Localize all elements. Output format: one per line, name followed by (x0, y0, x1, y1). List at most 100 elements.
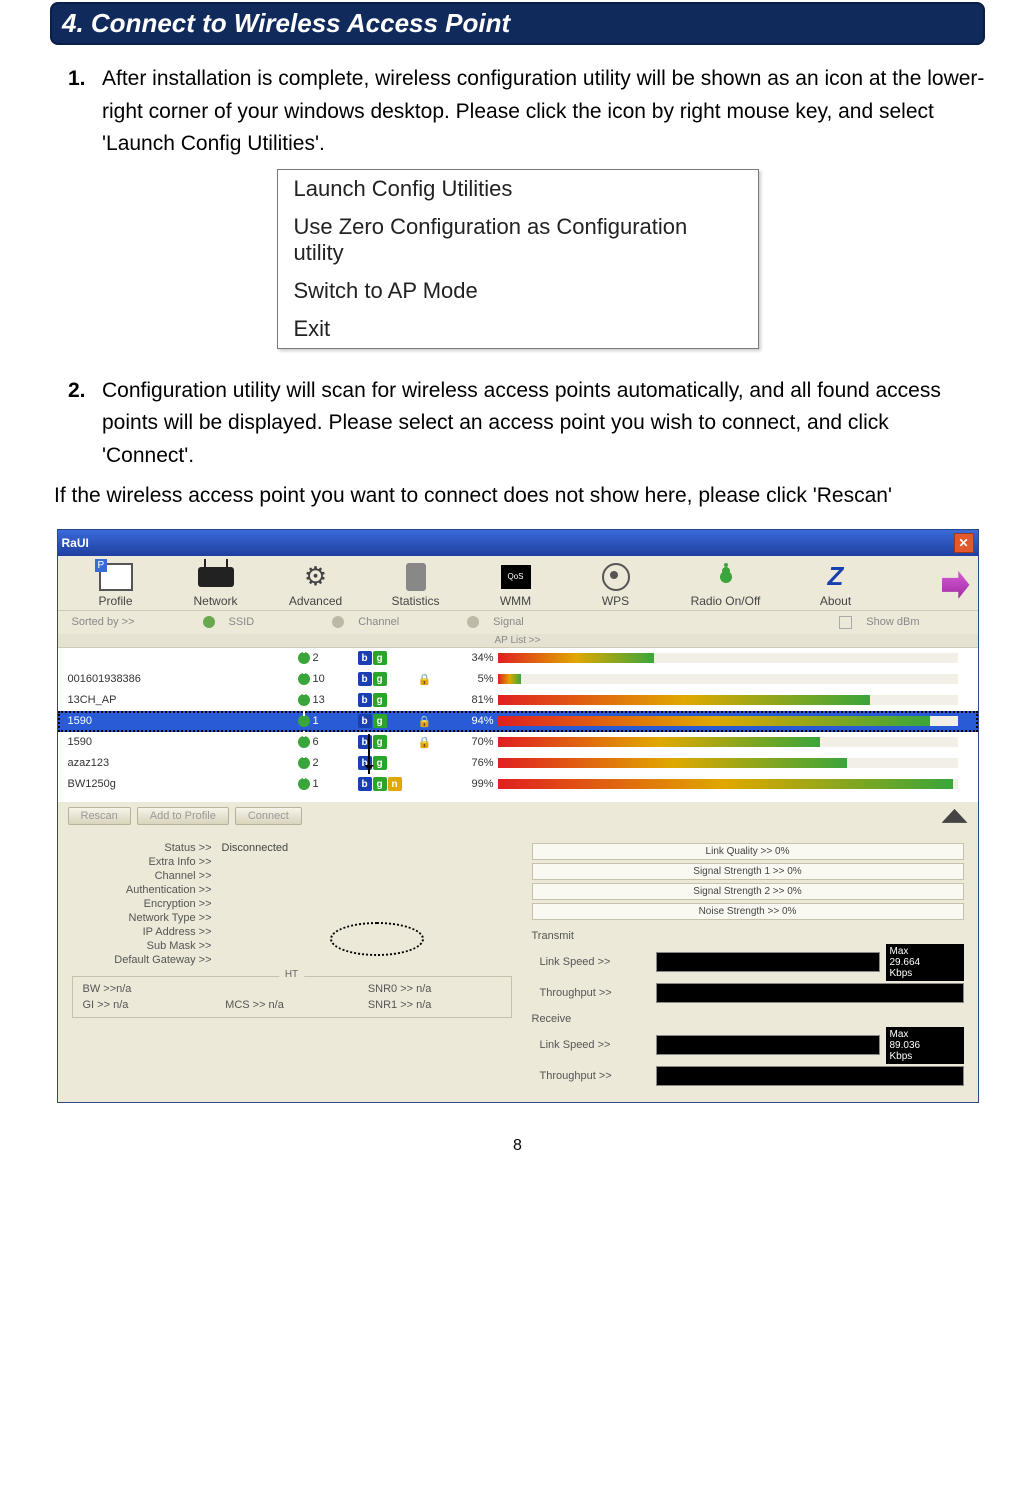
ap-row[interactable]: 2bg34% (58, 648, 978, 669)
signal-strength2-bar: Signal Strength 2 >> 0% (532, 883, 964, 900)
signal-strength1-bar: Signal Strength 1 >> 0% (532, 863, 964, 880)
status-value: Disconnected (222, 842, 289, 854)
step-2-number: 2. (68, 375, 102, 473)
ap-channel: 2 (298, 757, 358, 769)
link-quality-bar: Link Quality >> 0% (532, 843, 964, 860)
ap-modes: bg (358, 735, 418, 749)
ap-ssid: 1590 (58, 736, 298, 748)
ap-ssid: 13CH_AP (58, 694, 298, 706)
menu-exit[interactable]: Exit (278, 310, 758, 348)
ap-row[interactable]: 15901bg🔒94% (58, 711, 978, 732)
tab-statistics-label: Statistics (391, 594, 439, 608)
ap-list[interactable]: 2bg34%00160193838610bg🔒5%13CH_AP13bg81%1… (58, 648, 978, 802)
ap-signal-bar (498, 674, 978, 684)
tab-radio-label: Radio On/Off (691, 594, 761, 608)
network-icon (198, 567, 234, 587)
tab-network[interactable]: Network (166, 562, 266, 608)
ap-signal-bar (498, 758, 978, 768)
ap-row[interactable]: azaz1232bg76% (58, 753, 978, 774)
sort-channel-radio[interactable] (332, 616, 344, 628)
tab-statistics[interactable]: Statistics (366, 562, 466, 608)
tab-profile[interactable]: Profile (66, 562, 166, 608)
about-icon: Z (828, 561, 844, 592)
step-1-body: After installation is complete, wireless… (102, 63, 985, 161)
wps-icon (602, 563, 630, 591)
tx-throughput-label: Throughput >> (532, 987, 650, 999)
ap-channel: 2 (298, 652, 358, 664)
antenna-small-icon (298, 694, 310, 706)
ap-row[interactable]: 13CH_AP13bg81% (58, 690, 978, 711)
ap-ssid: azaz123 (58, 757, 298, 769)
rescan-button[interactable]: Rescan (68, 807, 131, 825)
ap-signal-pct: 76% (448, 757, 498, 769)
ap-signal-bar (498, 653, 978, 663)
ap-row[interactable]: 00160193838610bg🔒5% (58, 669, 978, 690)
antenna-icon (720, 571, 732, 583)
ap-channel: 1 (298, 715, 358, 727)
menu-switch-ap-mode[interactable]: Switch to AP Mode (278, 272, 758, 310)
antenna-small-icon (298, 715, 310, 727)
ap-ssid: BW1250g (58, 778, 298, 790)
ht-group: BW >>n/a SNR0 >> n/a GI >> n/a MCS >> n/… (72, 976, 512, 1018)
raui-titlebar: RaUI ✕ (58, 530, 978, 556)
sorted-by-label: Sorted by >> (72, 616, 135, 628)
toolbar-next-arrow[interactable] (942, 571, 970, 599)
profile-icon (99, 563, 133, 591)
qos-icon: QoS (501, 565, 531, 589)
tab-wmm[interactable]: QoS WMM (466, 562, 566, 608)
rescan-note: If the wireless access point you want to… (54, 480, 985, 513)
antenna-small-icon (298, 673, 310, 685)
close-button[interactable]: ✕ (954, 533, 974, 553)
submask-label: Sub Mask >> (72, 940, 222, 952)
sort-ssid-radio[interactable] (203, 616, 215, 628)
ap-ssid: 1590 (58, 715, 298, 727)
channel-label: Channel >> (72, 870, 222, 882)
add-profile-button[interactable]: Add to Profile (137, 807, 229, 825)
raui-title: RaUI (62, 536, 89, 550)
show-dbm-checkbox[interactable] (839, 616, 852, 629)
calculator-icon (406, 563, 426, 591)
ap-modes: bgn (358, 777, 418, 791)
ap-ssid: 001601938386 (58, 673, 298, 685)
rx-throughput-label: Throughput >> (532, 1070, 650, 1082)
antenna-small-icon (298, 778, 310, 790)
ap-row[interactable]: BW1250g1bgn99% (58, 774, 978, 795)
ht-snr0: SNR0 >> n/a (368, 983, 501, 995)
tab-network-label: Network (193, 594, 237, 608)
sort-signal-radio[interactable] (467, 616, 479, 628)
tab-wps[interactable]: WPS (566, 562, 666, 608)
menu-use-zero-config[interactable]: Use Zero Configuration as Configuration … (278, 208, 758, 272)
tx-linkspeed-bar (656, 952, 880, 972)
tab-wps-label: WPS (602, 594, 629, 608)
tab-wmm-label: WMM (500, 594, 531, 608)
step-1-number: 1. (68, 63, 102, 161)
ap-signal-pct: 5% (448, 673, 498, 685)
ht-mcs: MCS >> n/a (225, 999, 358, 1011)
section-heading-text: 4. Connect to Wireless Access Point (62, 8, 510, 38)
antenna-small-icon (298, 652, 310, 664)
antenna-small-icon (298, 736, 310, 748)
ap-channel: 10 (298, 673, 358, 685)
extrainfo-label: Extra Info >> (72, 856, 222, 868)
rx-linkspeed-label: Link Speed >> (532, 1039, 650, 1051)
menu-launch-config[interactable]: Launch Config Utilities (278, 170, 758, 208)
ap-modes: bg (358, 714, 418, 728)
ap-channel: 1 (298, 778, 358, 790)
connect-button[interactable]: Connect (235, 807, 302, 825)
ap-signal-bar (498, 737, 978, 747)
rx-throughput-bar (656, 1066, 964, 1086)
ap-signal-bar (498, 695, 978, 705)
tab-advanced[interactable]: ⚙ Advanced (266, 562, 366, 608)
tab-radio-onoff[interactable]: Radio On/Off (666, 562, 786, 608)
ht-snr1: SNR1 >> n/a (368, 999, 501, 1011)
page-number: 8 (50, 1103, 985, 1163)
annotation-arrow (368, 734, 370, 774)
step-1: 1. After installation is complete, wirel… (68, 63, 985, 161)
collapse-toggle[interactable] (942, 809, 968, 823)
ap-signal-pct: 34% (448, 652, 498, 664)
encryption-label: Encryption >> (72, 898, 222, 910)
step-2: 2. Configuration utility will scan for w… (68, 375, 985, 473)
status-label: Status >> (72, 842, 222, 854)
ap-row[interactable]: 15906bg🔒70% (58, 732, 978, 753)
tab-about[interactable]: Z About (786, 562, 886, 608)
